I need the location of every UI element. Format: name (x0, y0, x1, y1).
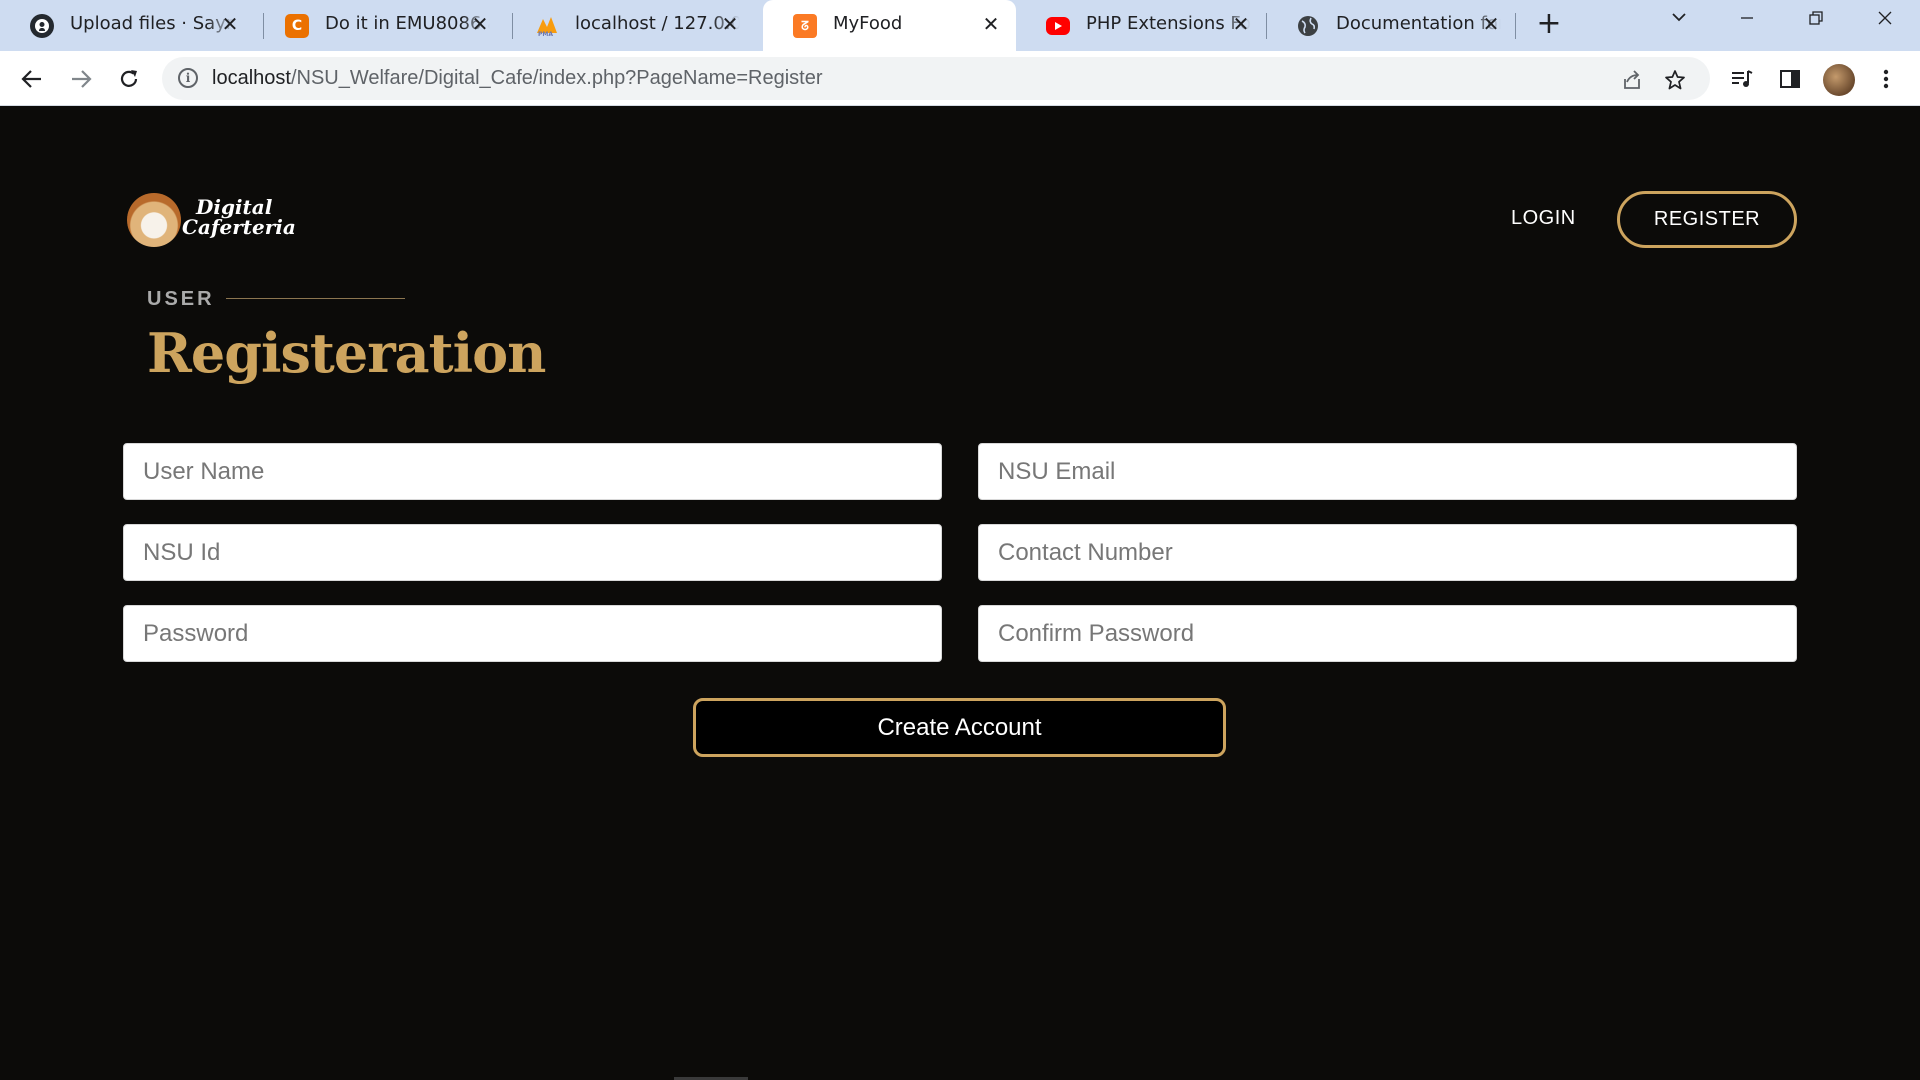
browser-tab-active[interactable]: ᘔ MyFood ✕ (763, 0, 1016, 51)
close-tab-icon[interactable]: ✕ (469, 12, 491, 36)
site-info-icon[interactable]: i (178, 68, 198, 88)
url-text[interactable]: localhost/NSU_Welfare/Digital_Cafe/index… (212, 67, 823, 90)
more-menu-icon[interactable] (1871, 64, 1901, 94)
media-control-icon[interactable] (1727, 64, 1757, 94)
chegg-icon: C (285, 14, 309, 38)
create-account-button[interactable]: Create Account (693, 698, 1226, 757)
nsu-email-input[interactable] (978, 443, 1797, 500)
reload-icon[interactable] (113, 63, 145, 95)
url-path: /NSU_Welfare/Digital_Cafe/index.php?Page… (290, 67, 823, 89)
minimize-icon[interactable] (1722, 0, 1772, 44)
tab-search-icon[interactable] (1654, 0, 1704, 44)
browser-tab[interactable]: Documentation for ✕ (1266, 0, 1516, 51)
globe-icon (1296, 14, 1320, 38)
browser-tab[interactable]: PMA localhost / 127.0.0.1 ✕ (505, 0, 755, 51)
tab-title: Documentation for (1336, 13, 1501, 34)
url-host: localhost (212, 67, 291, 89)
tab-separator (1515, 13, 1516, 39)
svg-text:PMA: PMA (538, 31, 553, 37)
xampp-icon: ᘔ (793, 14, 817, 38)
page-viewport: Digital Caferteria LOGIN REGISTER USER R… (0, 107, 1920, 1080)
contact-number-input[interactable] (978, 524, 1797, 581)
close-tab-icon[interactable]: ✕ (219, 12, 241, 36)
restore-icon[interactable] (1791, 0, 1841, 44)
profile-avatar[interactable] (1823, 64, 1855, 96)
close-tab-icon[interactable]: ✕ (1230, 12, 1252, 36)
share-icon[interactable] (1619, 67, 1645, 93)
side-panel-icon[interactable] (1775, 64, 1805, 94)
logo-food-image[interactable] (127, 193, 181, 247)
close-window-icon[interactable] (1860, 0, 1910, 44)
tab-title: PHP Extensions For (1086, 13, 1251, 34)
phpmyadmin-icon: PMA (535, 14, 559, 38)
tab-title: localhost / 127.0.0.1 (575, 13, 740, 34)
forward-arrow-icon[interactable] (65, 63, 97, 95)
nsu-id-input[interactable] (123, 524, 942, 581)
bookmark-star-icon[interactable] (1662, 67, 1688, 93)
browser-tabstrip: Upload files · Saymur ✕ C Do it in EMU80… (0, 0, 1920, 51)
tab-title: Upload files · Saymur (70, 13, 235, 34)
site-logo[interactable]: Digital Caferteria (182, 197, 296, 237)
browser-tab[interactable]: Upload files · Saymur ✕ (0, 0, 255, 51)
section-eyebrow: USER (147, 288, 215, 310)
password-input[interactable] (123, 605, 942, 662)
browser-tab[interactable]: PHP Extensions For ✕ (1016, 0, 1266, 51)
user-name-input[interactable] (123, 443, 942, 500)
back-arrow-icon[interactable] (16, 63, 48, 95)
confirm-password-input[interactable] (978, 605, 1797, 662)
address-bar[interactable]: i localhost/NSU_Welfare/Digital_Cafe/ind… (162, 57, 1710, 100)
close-tab-icon[interactable]: ✕ (980, 12, 1002, 36)
tab-title: Do it in EMU8086 as (325, 13, 490, 34)
tab-title: MyFood (833, 13, 998, 34)
browser-tab[interactable]: C Do it in EMU8086 as ✕ (255, 0, 505, 51)
logo-line2: Caferteria (182, 215, 296, 239)
github-icon (30, 14, 54, 38)
browser-toolbar: i localhost/NSU_Welfare/Digital_Cafe/ind… (0, 51, 1920, 106)
youtube-icon (1046, 17, 1070, 35)
register-button[interactable]: REGISTER (1617, 191, 1797, 248)
close-tab-icon[interactable]: ✕ (1480, 12, 1502, 36)
login-link[interactable]: LOGIN (1511, 207, 1576, 230)
logo-line1: Digital (196, 195, 273, 219)
page-title: Registeration (147, 321, 546, 385)
close-tab-icon[interactable]: ✕ (719, 12, 741, 36)
new-tab-button[interactable]: + (1534, 9, 1564, 40)
eyebrow-divider (226, 298, 405, 299)
